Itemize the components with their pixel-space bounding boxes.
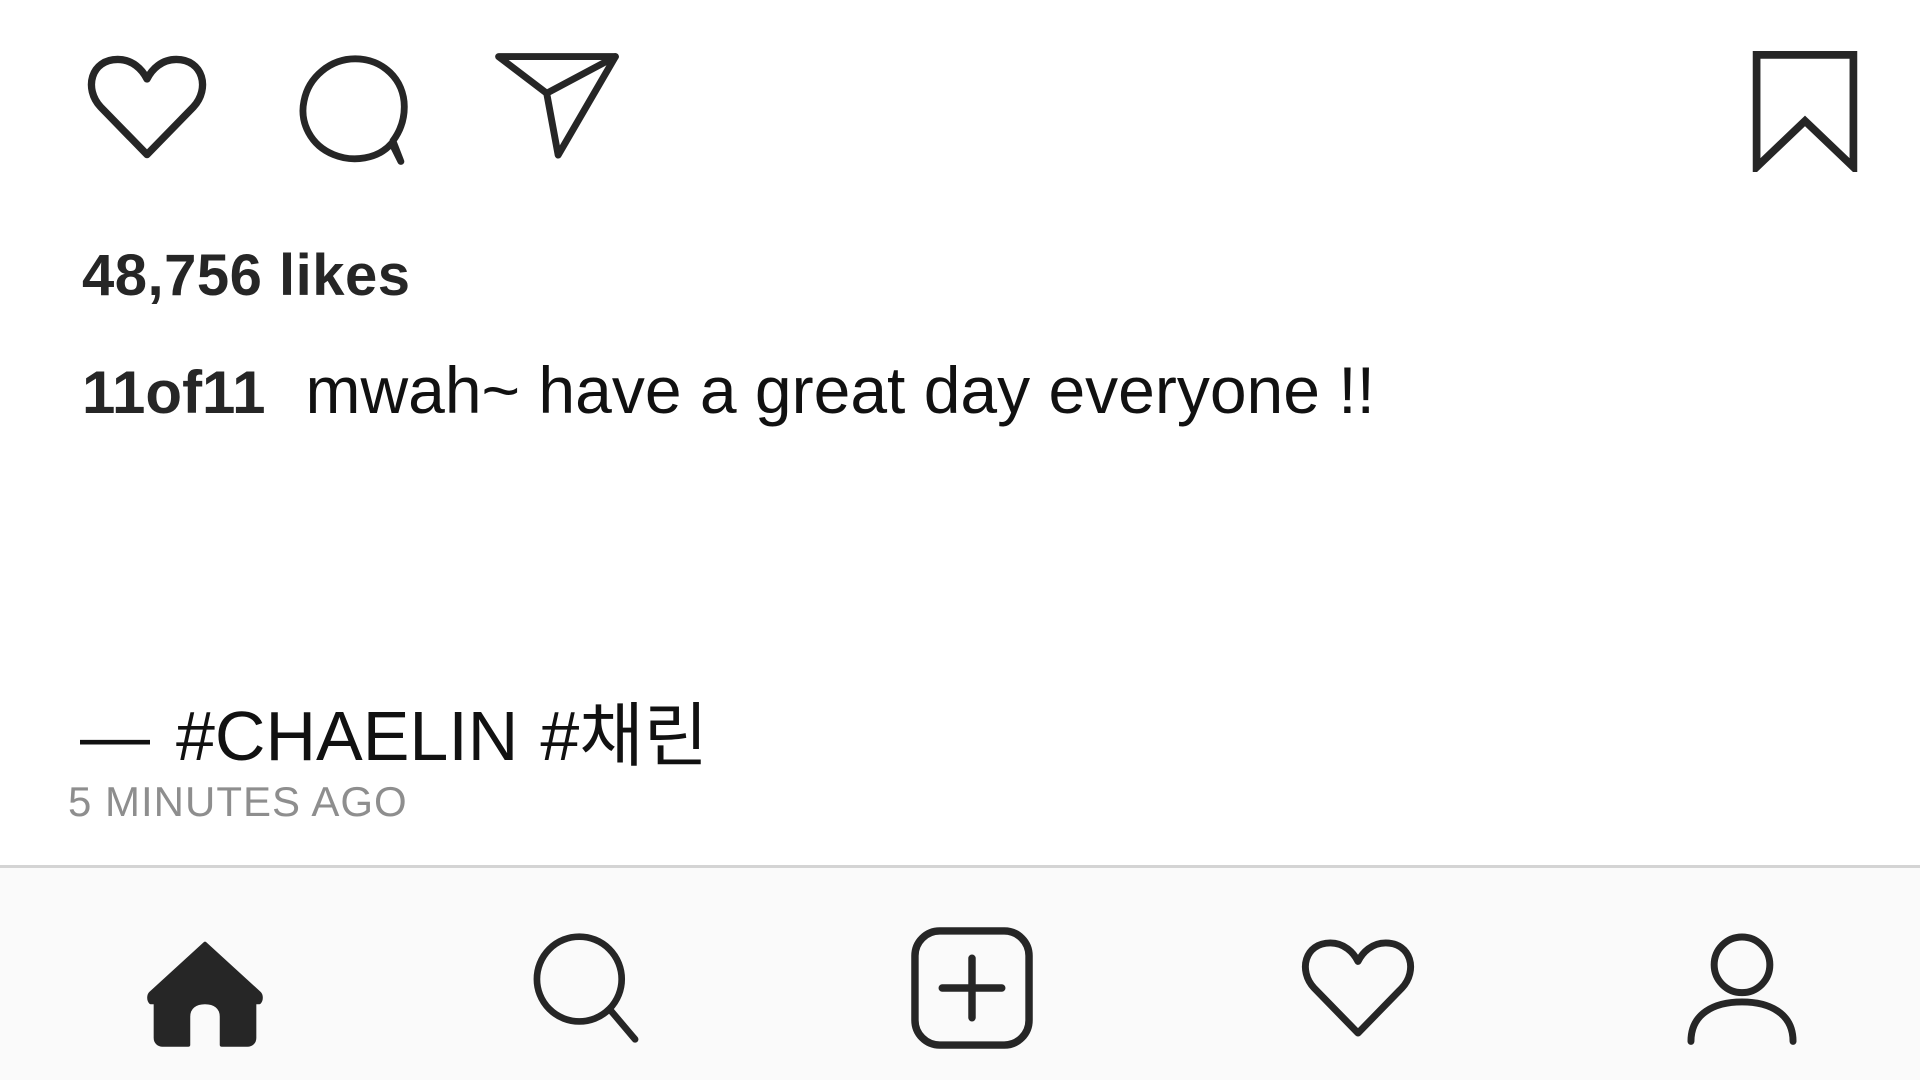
profile-person-icon[interactable] <box>1684 930 1800 1046</box>
hashtag-chaelin[interactable]: #CHAELIN <box>176 696 518 776</box>
post-timestamp: 5 MINUTES AGO <box>68 778 408 825</box>
like-heart-icon[interactable] <box>86 52 208 162</box>
caption-text: mwah~ have a great day everyone !! <box>305 353 1375 427</box>
likes-count[interactable]: 48,756 likes <box>82 242 411 309</box>
bottom-tab-bar <box>0 865 1920 1080</box>
post-action-bar <box>0 0 1920 200</box>
new-post-plus-icon[interactable] <box>910 926 1034 1050</box>
home-icon[interactable] <box>146 938 264 1048</box>
caption-username[interactable]: 11of11 <box>82 358 266 427</box>
comment-bubble-icon[interactable] <box>294 52 412 166</box>
hashtag-chaelin-korean[interactable]: #채린 <box>540 680 708 781</box>
bookmark-save-icon[interactable] <box>1750 50 1860 172</box>
caption-row: 11of11 mwah~ have a great day everyone !! <box>82 352 1375 428</box>
activity-heart-icon[interactable] <box>1300 936 1416 1040</box>
search-icon[interactable] <box>530 930 642 1046</box>
em-dash: — <box>80 697 150 775</box>
hashtag-line: — #CHAELIN #채린 <box>80 680 708 781</box>
share-paper-plane-icon[interactable] <box>494 52 620 162</box>
